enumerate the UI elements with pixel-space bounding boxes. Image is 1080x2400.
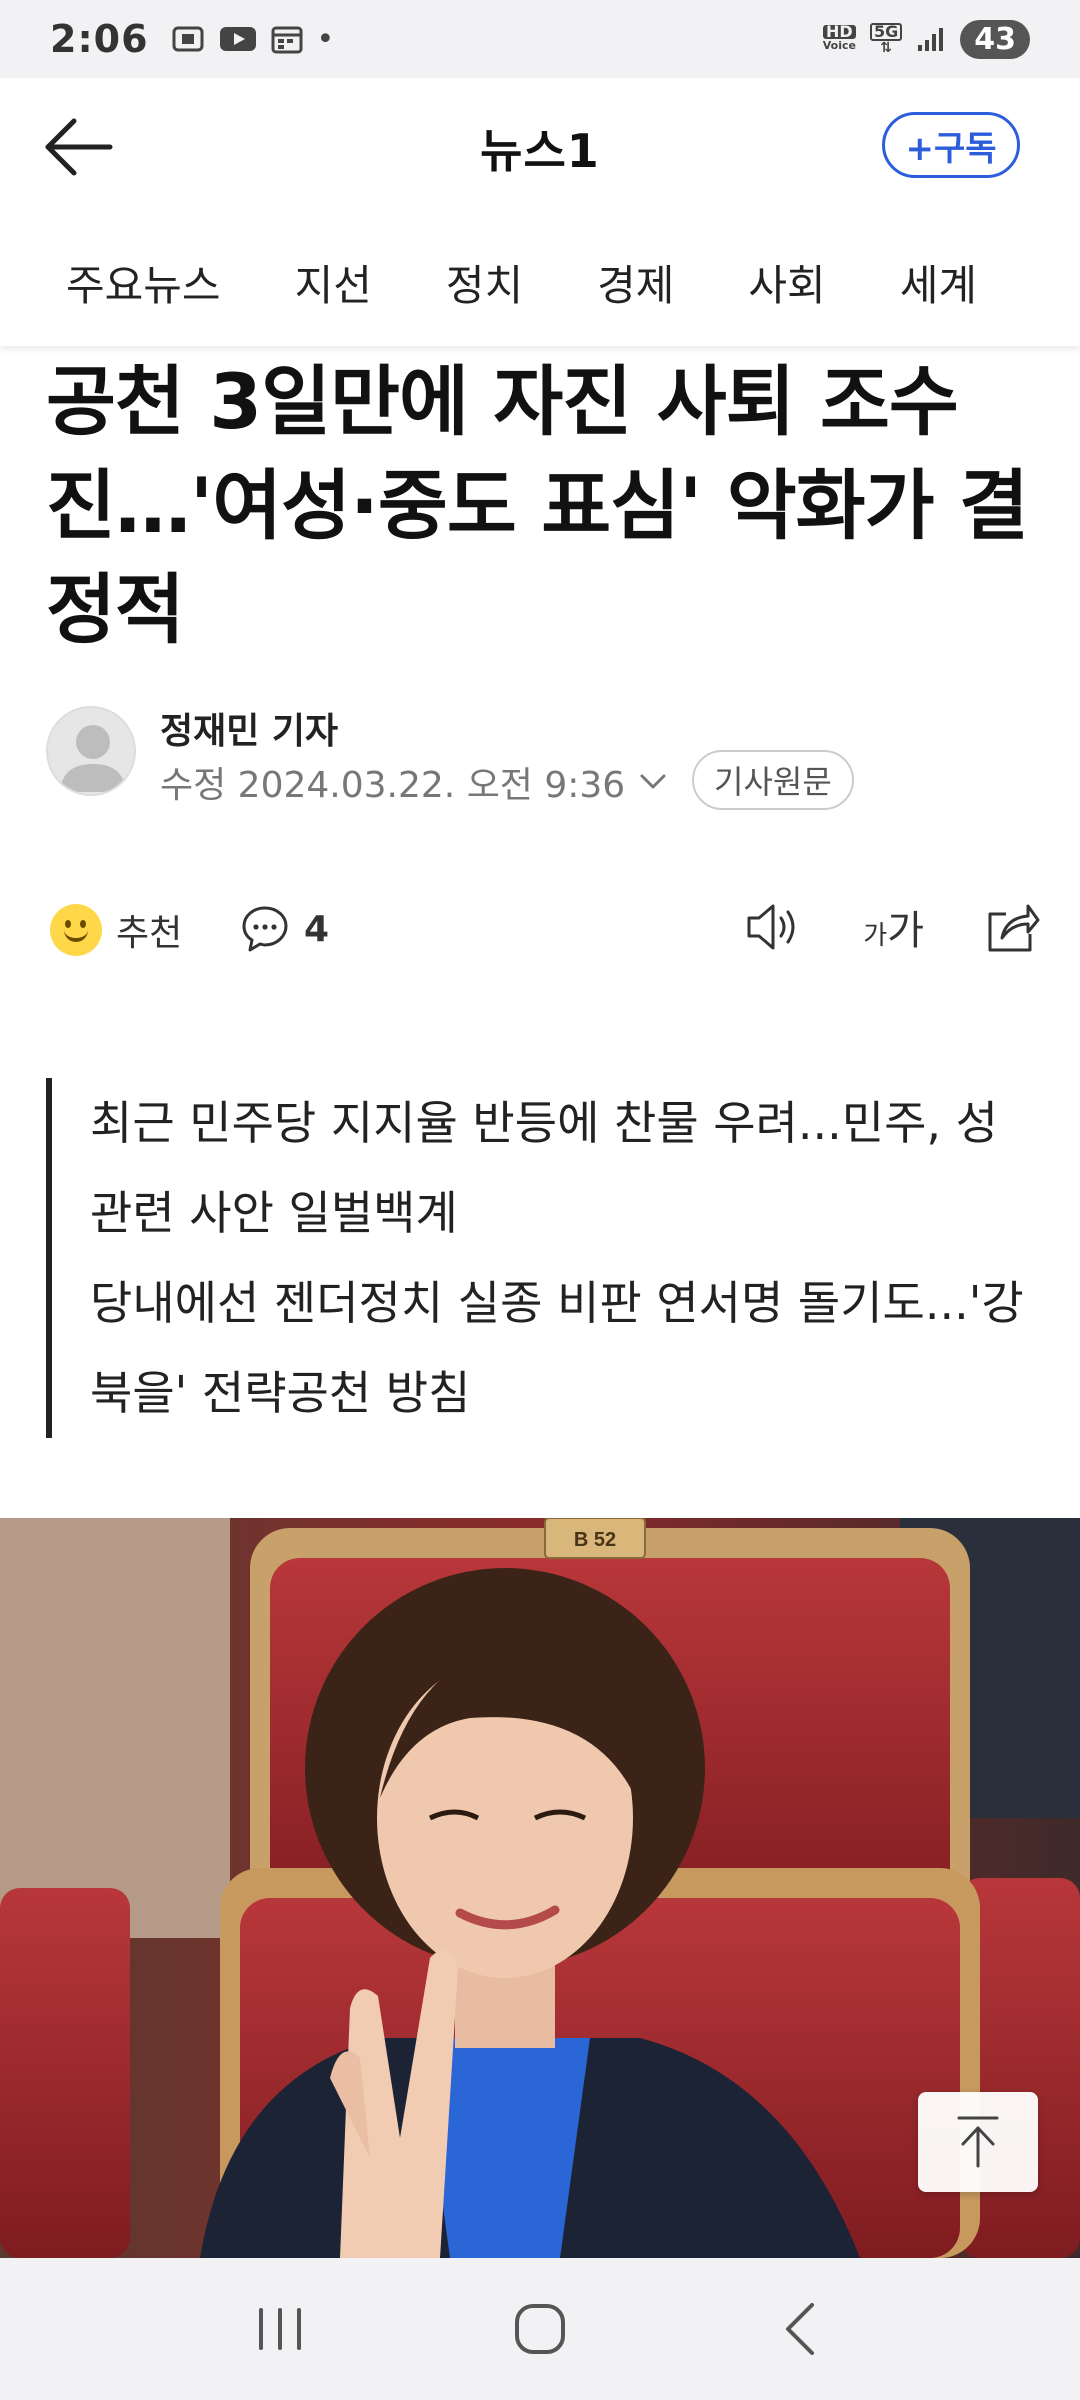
avatar[interactable]: [46, 706, 136, 796]
original-article-button[interactable]: 기사원문: [692, 750, 854, 810]
article-date[interactable]: 수정 2024.03.22. 오전 9:36: [160, 756, 667, 808]
tab-economy[interactable]: 경제: [597, 252, 674, 313]
recent-apps-button[interactable]: [235, 2284, 325, 2374]
font-size-button[interactable]: 가가: [863, 898, 924, 956]
battery-indicator: 43: [960, 19, 1030, 59]
hd-voice-indicator: HD Voice: [822, 24, 856, 53]
recommend-button[interactable]: 추천: [50, 904, 182, 956]
article-headline: 공천 3일만에 자진 사퇴 조수진…'여성·중도 표심' 악화가 결정적: [46, 357, 1029, 654]
status-notification-icons: •: [171, 21, 335, 57]
calendar-icon: [271, 26, 303, 54]
home-button[interactable]: [495, 2284, 585, 2374]
youtube-icon: [219, 27, 256, 51]
seat-number-label: B 52: [574, 1529, 616, 1551]
app-header: 뉴스1 +구독 주요뉴스 지선 정치 경제 사회 세계: [0, 78, 1080, 346]
smile-icon: [50, 904, 102, 956]
recommend-label: 추천: [116, 913, 183, 954]
author-name[interactable]: 정재민 기자: [160, 702, 338, 754]
article-action-bar: 추천 4 가가: [50, 890, 1040, 980]
signal-icon: [918, 28, 944, 51]
date-text: 수정 2024.03.22. 오전 9:36: [160, 765, 626, 806]
comment-button[interactable]: 4: [240, 904, 329, 954]
comment-count: 4: [304, 908, 330, 950]
status-time: 2:06: [50, 17, 149, 61]
summary-line: 최근 민주당 지지율 반등에 찬물 우려...민주, 성 관련 사안 일벌백계: [90, 1096, 998, 1240]
header-toolbar: 뉴스1 +구독: [0, 78, 1080, 218]
font-size-large-label: 가: [887, 908, 924, 954]
category-tabs: 주요뉴스 지선 정치 경제 사회 세계: [0, 218, 1080, 346]
chat-bubble-icon: [242, 906, 288, 952]
chevron-down-icon: [640, 774, 666, 789]
tab-politics[interactable]: 정치: [446, 252, 523, 313]
network-label: 5G: [869, 23, 903, 41]
status-bar: 2:06 • HD Voice 5G ⇅ 43: [0, 0, 1080, 78]
network-indicator: 5G ⇅: [869, 23, 903, 56]
summary-line: 당내에선 젠더정치 실종 비판 연서명 돌기도...'강북을' 전략공천 방침: [90, 1276, 1024, 1420]
tab-local-election[interactable]: 지선: [295, 252, 372, 313]
status-system-icons: HD Voice 5G ⇅ 43: [822, 19, 1030, 59]
tab-society[interactable]: 사회: [748, 252, 825, 313]
nav-back-button[interactable]: [755, 2284, 845, 2374]
user-icon: [60, 725, 126, 792]
font-size-small-label: 가: [863, 921, 888, 951]
screenshot-icon: [172, 26, 204, 52]
voice-label: Voice: [822, 39, 856, 52]
tab-main-news[interactable]: 주요뉴스: [66, 252, 221, 313]
tab-world[interactable]: 세계: [900, 252, 977, 313]
share-icon[interactable]: [984, 900, 1040, 954]
data-arrows-icon: ⇅: [880, 40, 892, 56]
chevron-left-icon: [786, 2303, 814, 2355]
arrow-up-icon: [957, 2116, 999, 2168]
hd-label: HD: [822, 24, 856, 40]
system-navigation-bar: [0, 2258, 1080, 2400]
article-tools: 가가: [743, 898, 1040, 956]
recent-apps-icon: [259, 2308, 301, 2350]
article-summary: 최근 민주당 지지율 반등에 찬물 우려...민주, 성 관련 사안 일벌백계 …: [46, 1078, 1036, 1438]
subscribe-button[interactable]: +구독: [882, 112, 1020, 178]
notification-dot: •: [316, 21, 335, 57]
scroll-to-top-button[interactable]: [918, 2092, 1038, 2192]
home-icon: [515, 2304, 565, 2354]
speaker-icon[interactable]: [743, 900, 803, 954]
author-info: 정재민 기자 수정 2024.03.22. 오전 9:36 기사원문: [46, 700, 1036, 810]
